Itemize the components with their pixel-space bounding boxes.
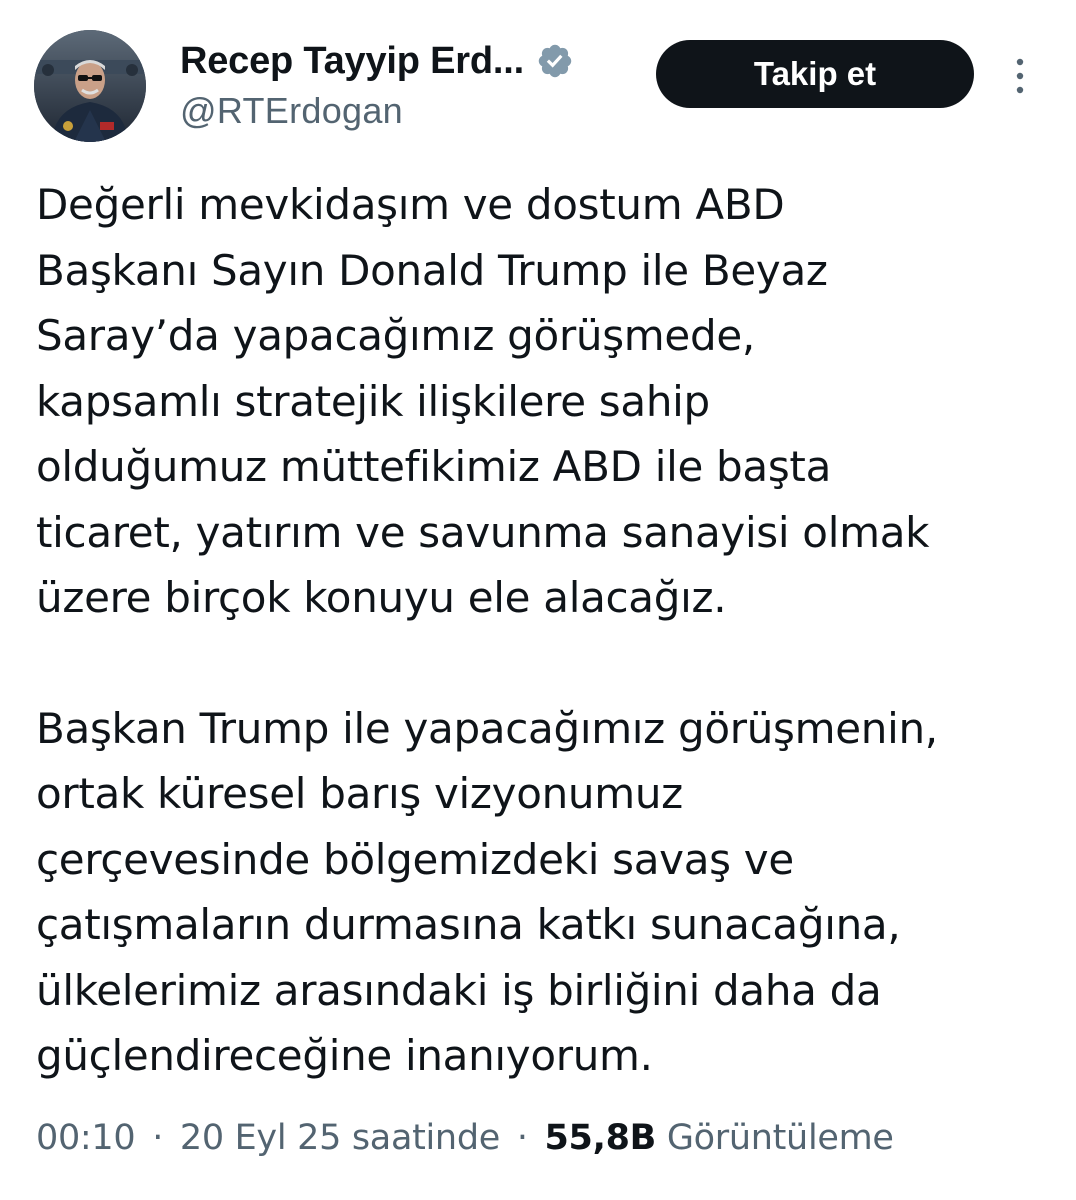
- tweet-paragraph: Başkan Trump ile yapacağımız görüşmenin,…: [36, 703, 938, 1081]
- display-name[interactable]: Recep Tayyip Erd...: [180, 40, 524, 83]
- avatar[interactable]: [34, 30, 146, 142]
- verified-badge-icon: [536, 42, 574, 80]
- tweet-date[interactable]: 20 Eyl 25 saatinde: [180, 1118, 500, 1158]
- name-row: Recep Tayyip Erd...: [180, 36, 574, 86]
- meta-separator: ·: [152, 1118, 164, 1158]
- views-label: Görüntüleme: [666, 1118, 894, 1158]
- tweet-meta: 00:10 · 20 Eyl 25 saatinde · 55,8B Görün…: [36, 1118, 894, 1158]
- tweet: Recep Tayyip Erd... @RTErdogan Takip et …: [0, 0, 1076, 1200]
- user-handle[interactable]: @RTErdogan: [180, 90, 574, 132]
- user-info: Recep Tayyip Erd... @RTErdogan: [180, 36, 574, 132]
- tweet-text: Değerli mevkidaşım ve dostum ABD Başkanı…: [36, 172, 1056, 1089]
- tweet-time[interactable]: 00:10: [36, 1118, 136, 1158]
- tweet-header: Recep Tayyip Erd... @RTErdogan Takip et: [34, 30, 1044, 142]
- profile-photo: [34, 30, 146, 142]
- more-vertical-icon[interactable]: [1008, 56, 1032, 96]
- follow-button[interactable]: Takip et: [656, 40, 974, 108]
- views-count[interactable]: 55,8B: [544, 1118, 656, 1158]
- tweet-paragraph: Değerli mevkidaşım ve dostum ABD Başkanı…: [36, 180, 930, 622]
- meta-separator: ·: [516, 1118, 528, 1158]
